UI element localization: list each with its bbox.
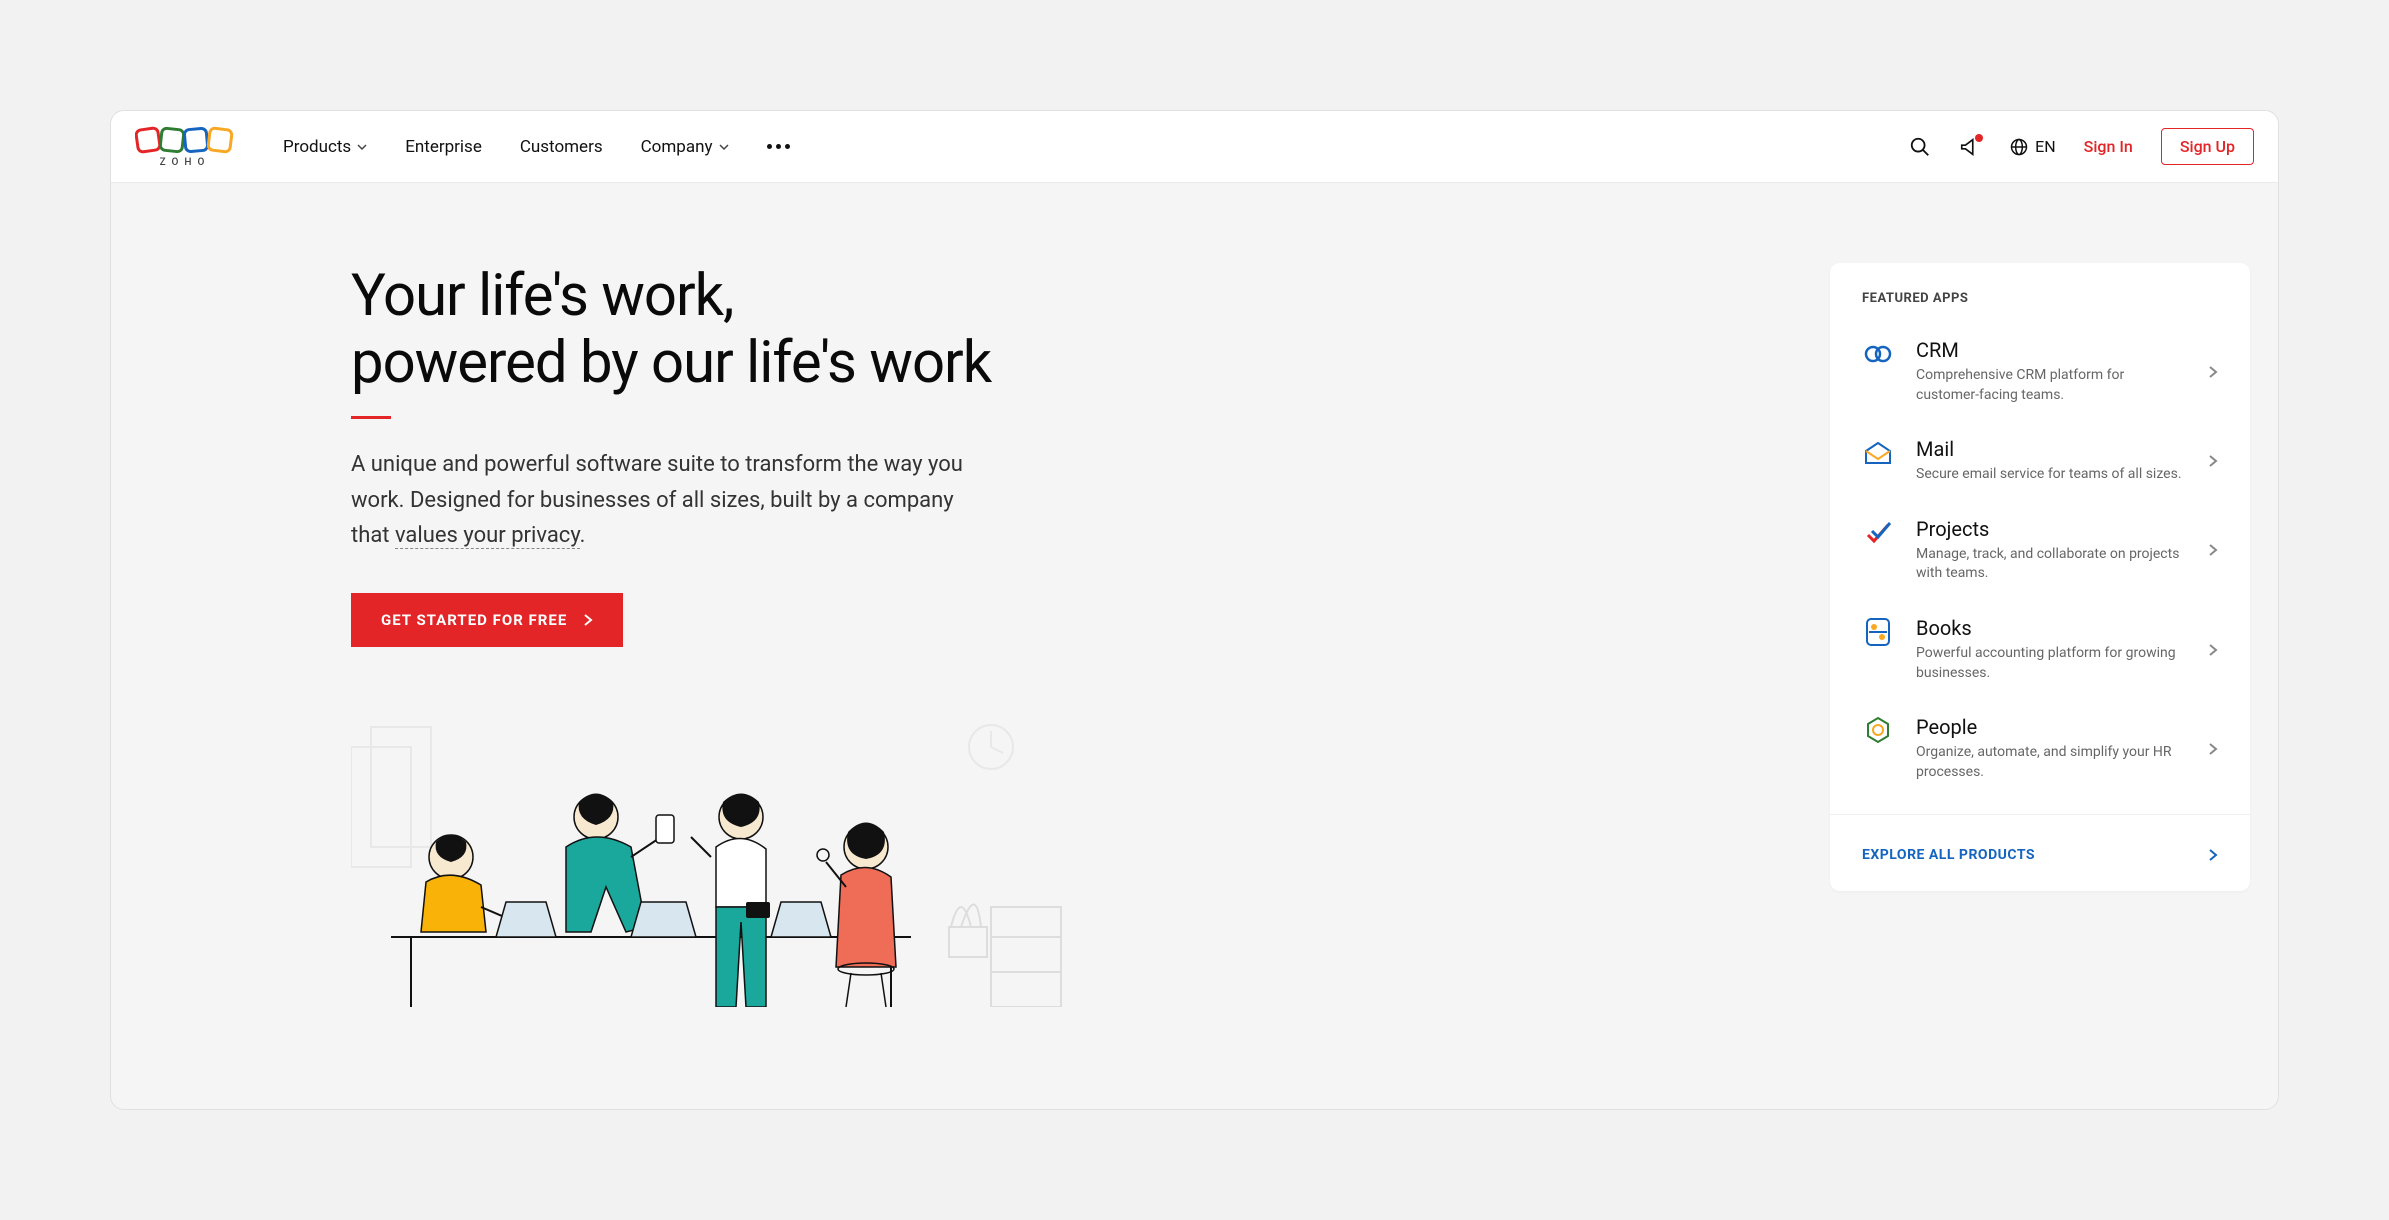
hero-title-line2: powered by our life's work xyxy=(351,330,1031,397)
signup-button[interactable]: Sign Up xyxy=(2161,128,2254,165)
hero-desc-post: . xyxy=(580,523,586,548)
topbar-right: EN Sign In Sign Up xyxy=(1909,128,2254,165)
app-text: People Organize, automate, and simplify … xyxy=(1916,715,2186,782)
nav-more[interactable] xyxy=(767,144,790,149)
app-desc: Manage, track, and collaborate on projec… xyxy=(1916,545,2186,584)
app-title: Mail xyxy=(1916,437,2186,461)
main-nav: Products Enterprise Customers Company xyxy=(283,137,790,157)
chevron-right-icon xyxy=(2208,454,2218,468)
page-frame: ZOHO Products Enterprise Customers Compa… xyxy=(110,110,2279,1110)
divider xyxy=(1830,814,2250,815)
mail-icon xyxy=(1862,437,1894,469)
chevron-down-icon xyxy=(719,142,729,152)
signin-link[interactable]: Sign In xyxy=(2084,137,2133,156)
search-button[interactable] xyxy=(1909,136,1931,158)
app-text: CRM Comprehensive CRM platform for custo… xyxy=(1916,338,2186,405)
nav-products-label: Products xyxy=(283,137,351,157)
chevron-down-icon xyxy=(357,142,367,152)
chevron-right-icon xyxy=(2208,848,2218,862)
logo-text: ZOHO xyxy=(160,157,211,168)
cta-label: GET STARTED FOR FREE xyxy=(381,611,567,629)
app-title: CRM xyxy=(1916,338,2186,362)
app-desc: Powerful accounting platform for growing… xyxy=(1916,644,2186,683)
hero-section: Your life's work, powered by our life's … xyxy=(111,183,2278,1011)
app-row-crm[interactable]: CRM Comprehensive CRM platform for custo… xyxy=(1830,322,2250,421)
hero-content: Your life's work, powered by our life's … xyxy=(111,263,1071,1011)
app-row-people[interactable]: People Organize, automate, and simplify … xyxy=(1830,699,2250,798)
projects-icon xyxy=(1862,517,1894,549)
books-icon xyxy=(1862,616,1894,648)
featured-apps-card: FEATURED APPS CRM Comprehensive CRM plat… xyxy=(1830,263,2250,891)
app-title: Projects xyxy=(1916,517,2186,541)
featured-apps-heading: FEATURED APPS xyxy=(1830,291,2250,322)
nav-company-label: Company xyxy=(641,137,713,157)
chevron-right-icon xyxy=(2208,365,2218,379)
language-selector[interactable]: EN xyxy=(2009,137,2056,157)
nav-customers[interactable]: Customers xyxy=(520,137,603,157)
explore-label: EXPLORE ALL PRODUCTS xyxy=(1862,847,2035,863)
app-row-books[interactable]: Books Powerful accounting platform for g… xyxy=(1830,600,2250,699)
app-row-mail[interactable]: Mail Secure email service for teams of a… xyxy=(1830,421,2250,501)
privacy-link[interactable]: values your privacy xyxy=(395,523,580,549)
notification-dot xyxy=(1975,134,1983,142)
app-title: People xyxy=(1916,715,2186,739)
nav-products[interactable]: Products xyxy=(283,137,367,157)
people-icon xyxy=(1862,715,1894,747)
chevron-right-icon xyxy=(2208,742,2218,756)
topbar: ZOHO Products Enterprise Customers Compa… xyxy=(111,111,2278,183)
app-text: Books Powerful accounting platform for g… xyxy=(1916,616,2186,683)
app-row-projects[interactable]: Projects Manage, track, and collaborate … xyxy=(1830,501,2250,600)
chevron-right-icon xyxy=(583,613,593,627)
title-underline xyxy=(351,416,391,419)
chevron-right-icon xyxy=(2208,643,2218,657)
announcements-button[interactable] xyxy=(1959,136,1981,158)
nav-company[interactable]: Company xyxy=(641,137,729,157)
app-desc: Organize, automate, and simplify your HR… xyxy=(1916,743,2186,782)
app-text: Projects Manage, track, and collaborate … xyxy=(1916,517,2186,584)
app-desc: Secure email service for teams of all si… xyxy=(1916,465,2186,485)
nav-enterprise[interactable]: Enterprise xyxy=(405,137,482,157)
app-title: Books xyxy=(1916,616,2186,640)
hero-title-line1: Your life's work, xyxy=(351,263,1031,330)
app-desc: Comprehensive CRM platform for customer-… xyxy=(1916,366,2186,405)
hero-illustration xyxy=(351,707,1031,1011)
chevron-right-icon xyxy=(2208,543,2218,557)
nav-enterprise-label: Enterprise xyxy=(405,137,482,157)
explore-all-link[interactable]: EXPLORE ALL PRODUCTS xyxy=(1830,831,2250,863)
language-label: EN xyxy=(2035,137,2056,156)
hero-description: A unique and powerful software suite to … xyxy=(351,447,991,553)
get-started-button[interactable]: GET STARTED FOR FREE xyxy=(351,593,623,647)
search-icon xyxy=(1909,136,1931,158)
crm-icon xyxy=(1862,338,1894,370)
hero-title: Your life's work, powered by our life's … xyxy=(351,263,1031,396)
more-icon xyxy=(767,144,790,149)
logo-mark xyxy=(135,125,235,155)
globe-icon xyxy=(2009,137,2029,157)
nav-customers-label: Customers xyxy=(520,137,603,157)
logo[interactable]: ZOHO xyxy=(135,125,235,168)
app-text: Mail Secure email service for teams of a… xyxy=(1916,437,2186,485)
